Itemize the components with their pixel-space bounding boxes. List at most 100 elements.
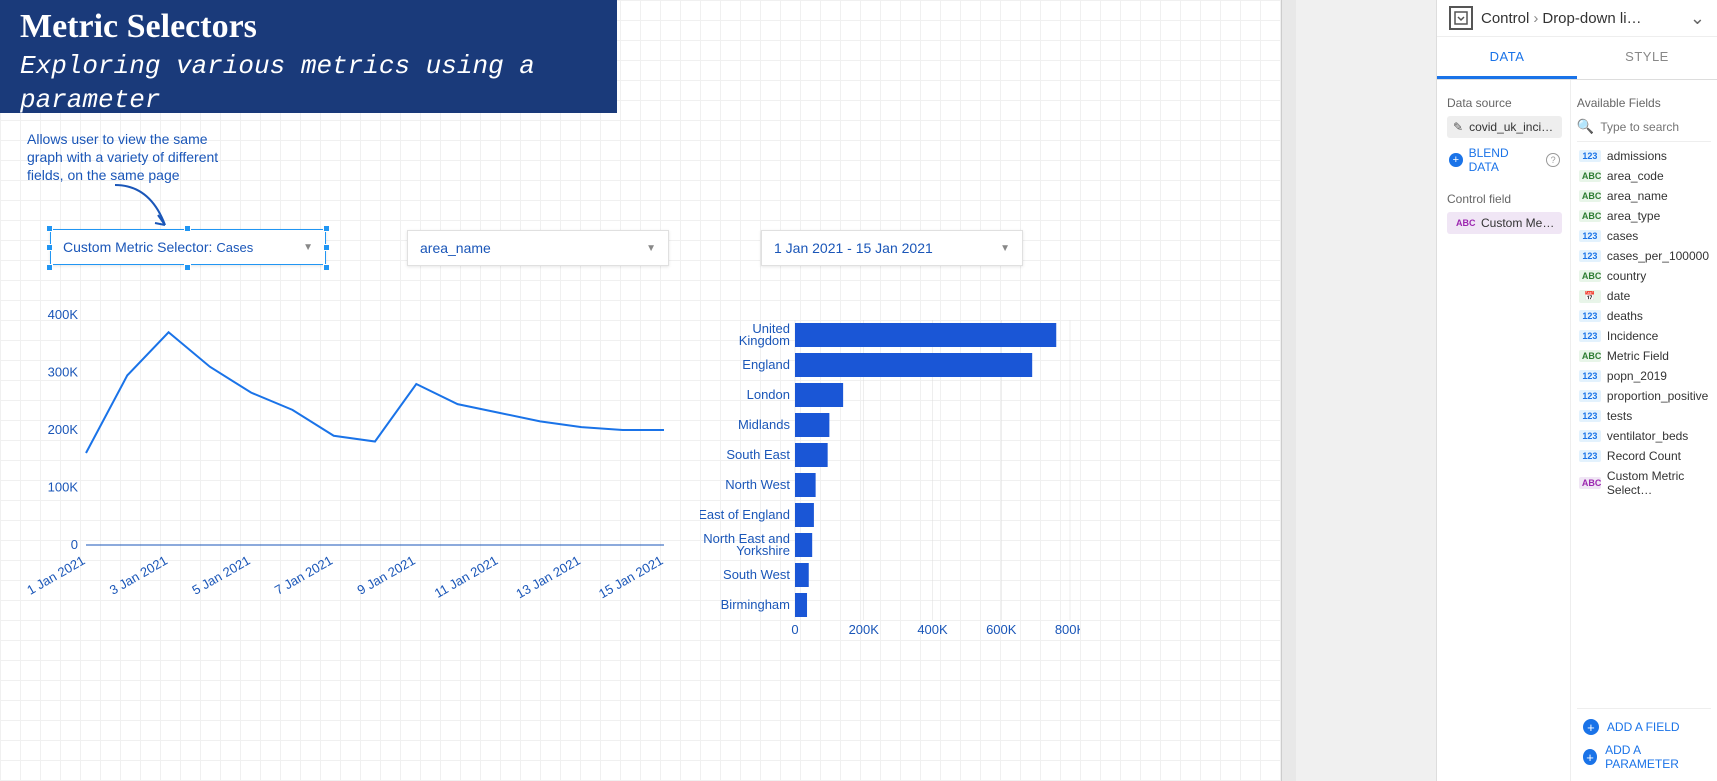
report-canvas[interactable]: Metric Selectors Exploring various metri… — [0, 0, 1281, 781]
svg-text:100K: 100K — [48, 480, 79, 495]
field-item[interactable]: 123tests — [1577, 406, 1711, 426]
page-subtitle: Exploring various metrics using a parame… — [20, 50, 597, 118]
field-type-badge: 123 — [1579, 370, 1601, 382]
svg-text:0: 0 — [791, 622, 798, 637]
svg-text:600K: 600K — [986, 622, 1017, 637]
scrollbar-vertical[interactable] — [1281, 0, 1296, 781]
breadcrumb-root[interactable]: Control — [1481, 10, 1529, 27]
field-type-badge: 123 — [1579, 150, 1601, 162]
svg-text:North West: North West — [725, 477, 790, 492]
metric-selector-label: Custom Metric Selector: — [63, 239, 212, 255]
resize-handle[interactable] — [184, 264, 191, 271]
data-source-chip[interactable]: ✎ covid_uk_incidence — [1447, 116, 1562, 138]
available-fields-label: Available Fields — [1577, 96, 1711, 110]
field-search-input[interactable] — [1600, 120, 1711, 134]
blend-label: BLEND DATA — [1469, 146, 1541, 174]
field-item[interactable]: 123Incidence — [1577, 326, 1711, 346]
field-name: Record Count — [1607, 449, 1681, 463]
data-source-label: Data source — [1447, 96, 1562, 110]
resize-handle[interactable] — [184, 225, 191, 232]
field-item[interactable]: 123 Record Count — [1577, 446, 1711, 466]
tab-data[interactable]: DATA — [1437, 37, 1577, 79]
control-field-chip[interactable]: ABC Custom Metric Select… — [1447, 212, 1562, 234]
add-parameter-button[interactable]: + ADD A PARAMETER — [1581, 739, 1707, 775]
breadcrumb: Control›Drop-down li… — [1481, 10, 1682, 27]
field-item[interactable]: 123deaths — [1577, 306, 1711, 326]
field-item[interactable]: 📅date — [1577, 286, 1711, 306]
field-type-badge: ABC — [1453, 217, 1475, 229]
help-icon[interactable]: ? — [1546, 153, 1560, 167]
svg-text:400K: 400K — [917, 622, 948, 637]
add-field-button[interactable]: + ADD A FIELD — [1581, 715, 1707, 739]
field-item[interactable]: ABCarea_type — [1577, 206, 1711, 226]
svg-text:Yorkshire: Yorkshire — [736, 543, 790, 558]
bar-chart[interactable]: 0200K400K600K800KUnitedKingdomEnglandLon… — [700, 315, 1080, 645]
field-name: area_name — [1607, 189, 1668, 203]
plus-icon: + — [1449, 153, 1463, 167]
field-type-badge: ABC — [1579, 477, 1601, 489]
svg-text:400K: 400K — [48, 307, 79, 322]
field-type-badge: ABC — [1579, 350, 1601, 362]
field-type-badge: 123 — [1579, 450, 1601, 462]
data-source-name: covid_uk_incidence — [1469, 120, 1556, 134]
field-item[interactable]: 123 admissions — [1577, 146, 1711, 166]
date-range-dropdown[interactable]: 1 Jan 2021 - 15 Jan 2021 ▼ — [761, 230, 1023, 266]
plus-icon: + — [1583, 719, 1599, 735]
svg-text:East of England: East of England — [700, 507, 790, 522]
resize-handle[interactable] — [323, 244, 330, 251]
svg-text:9 Jan 2021: 9 Jan 2021 — [355, 553, 418, 598]
chevron-down-icon: ▼ — [1000, 243, 1010, 254]
field-item[interactable]: 123ventilator_beds — [1577, 426, 1711, 446]
resize-handle[interactable] — [323, 225, 330, 232]
field-item[interactable]: 123proportion_positive — [1577, 386, 1711, 406]
field-type-badge: ABC — [1579, 190, 1601, 202]
field-type-badge: ABC — [1579, 170, 1601, 182]
date-range-label: 1 Jan 2021 - 15 Jan 2021 — [774, 240, 933, 256]
svg-text:15 Jan 2021: 15 Jan 2021 — [596, 553, 665, 602]
metric-selector-dropdown[interactable]: Custom Metric Selector: Cases ▼ — [50, 229, 326, 265]
field-name: admissions — [1607, 149, 1667, 163]
field-item[interactable]: 123cases — [1577, 226, 1711, 246]
chevron-down-icon[interactable]: ⌄ — [1690, 8, 1705, 29]
field-search: 🔍 — [1577, 116, 1711, 142]
control-field-name: Custom Metric Select… — [1481, 216, 1556, 230]
field-name: Incidence — [1607, 329, 1658, 343]
field-name: date — [1607, 289, 1630, 303]
blend-data-button[interactable]: + BLEND DATA ? — [1447, 142, 1562, 178]
resize-handle[interactable] — [46, 225, 53, 232]
svg-text:200K: 200K — [849, 622, 880, 637]
svg-text:800K: 800K — [1055, 622, 1080, 637]
field-item[interactable]: ABC Metric Field — [1577, 346, 1711, 366]
tab-style[interactable]: STYLE — [1577, 37, 1717, 79]
resize-handle[interactable] — [46, 264, 53, 271]
svg-text:England: England — [742, 357, 790, 372]
field-item[interactable]: ABCcountry — [1577, 266, 1711, 286]
field-name: area_type — [1607, 209, 1660, 223]
field-name: country — [1607, 269, 1646, 283]
panel-tabs: DATA STYLE — [1437, 37, 1717, 80]
field-item[interactable]: ABCCustom Metric Select… — [1577, 466, 1711, 500]
line-chart[interactable]: 0100K200K300K400K1 Jan 20213 Jan 20215 J… — [26, 305, 674, 625]
area-dropdown[interactable]: area_name ▼ — [407, 230, 669, 266]
field-item[interactable]: 123cases_per_100000 — [1577, 246, 1711, 266]
add-field-label: ADD A FIELD — [1607, 720, 1680, 734]
add-parameter-label: ADD A PARAMETER — [1605, 743, 1705, 771]
svg-text:300K: 300K — [48, 365, 79, 380]
svg-text:7 Jan 2021: 7 Jan 2021 — [272, 553, 335, 598]
field-name: cases_per_100000 — [1607, 249, 1709, 263]
field-type-badge: 123 — [1579, 410, 1601, 422]
svg-text:13 Jan 2021: 13 Jan 2021 — [513, 553, 582, 602]
control-type-icon — [1449, 6, 1473, 30]
field-item[interactable]: 123popn_2019 — [1577, 366, 1711, 386]
field-item[interactable]: ABCarea_code — [1577, 166, 1711, 186]
title-block: Metric Selectors Exploring various metri… — [0, 0, 617, 113]
resize-handle[interactable] — [46, 244, 53, 251]
resize-handle[interactable] — [323, 264, 330, 271]
page-title: Metric Selectors — [20, 8, 597, 46]
svg-text:Kingdom: Kingdom — [739, 333, 790, 348]
available-fields-column: Available Fields 🔍 123admissionsABCarea_… — [1571, 80, 1717, 781]
field-item[interactable]: ABC area_name — [1577, 186, 1711, 206]
panel-header: Control›Drop-down li… ⌄ — [1437, 0, 1717, 37]
svg-text:3 Jan 2021: 3 Jan 2021 — [107, 553, 170, 598]
field-name: Metric Field — [1607, 349, 1669, 363]
